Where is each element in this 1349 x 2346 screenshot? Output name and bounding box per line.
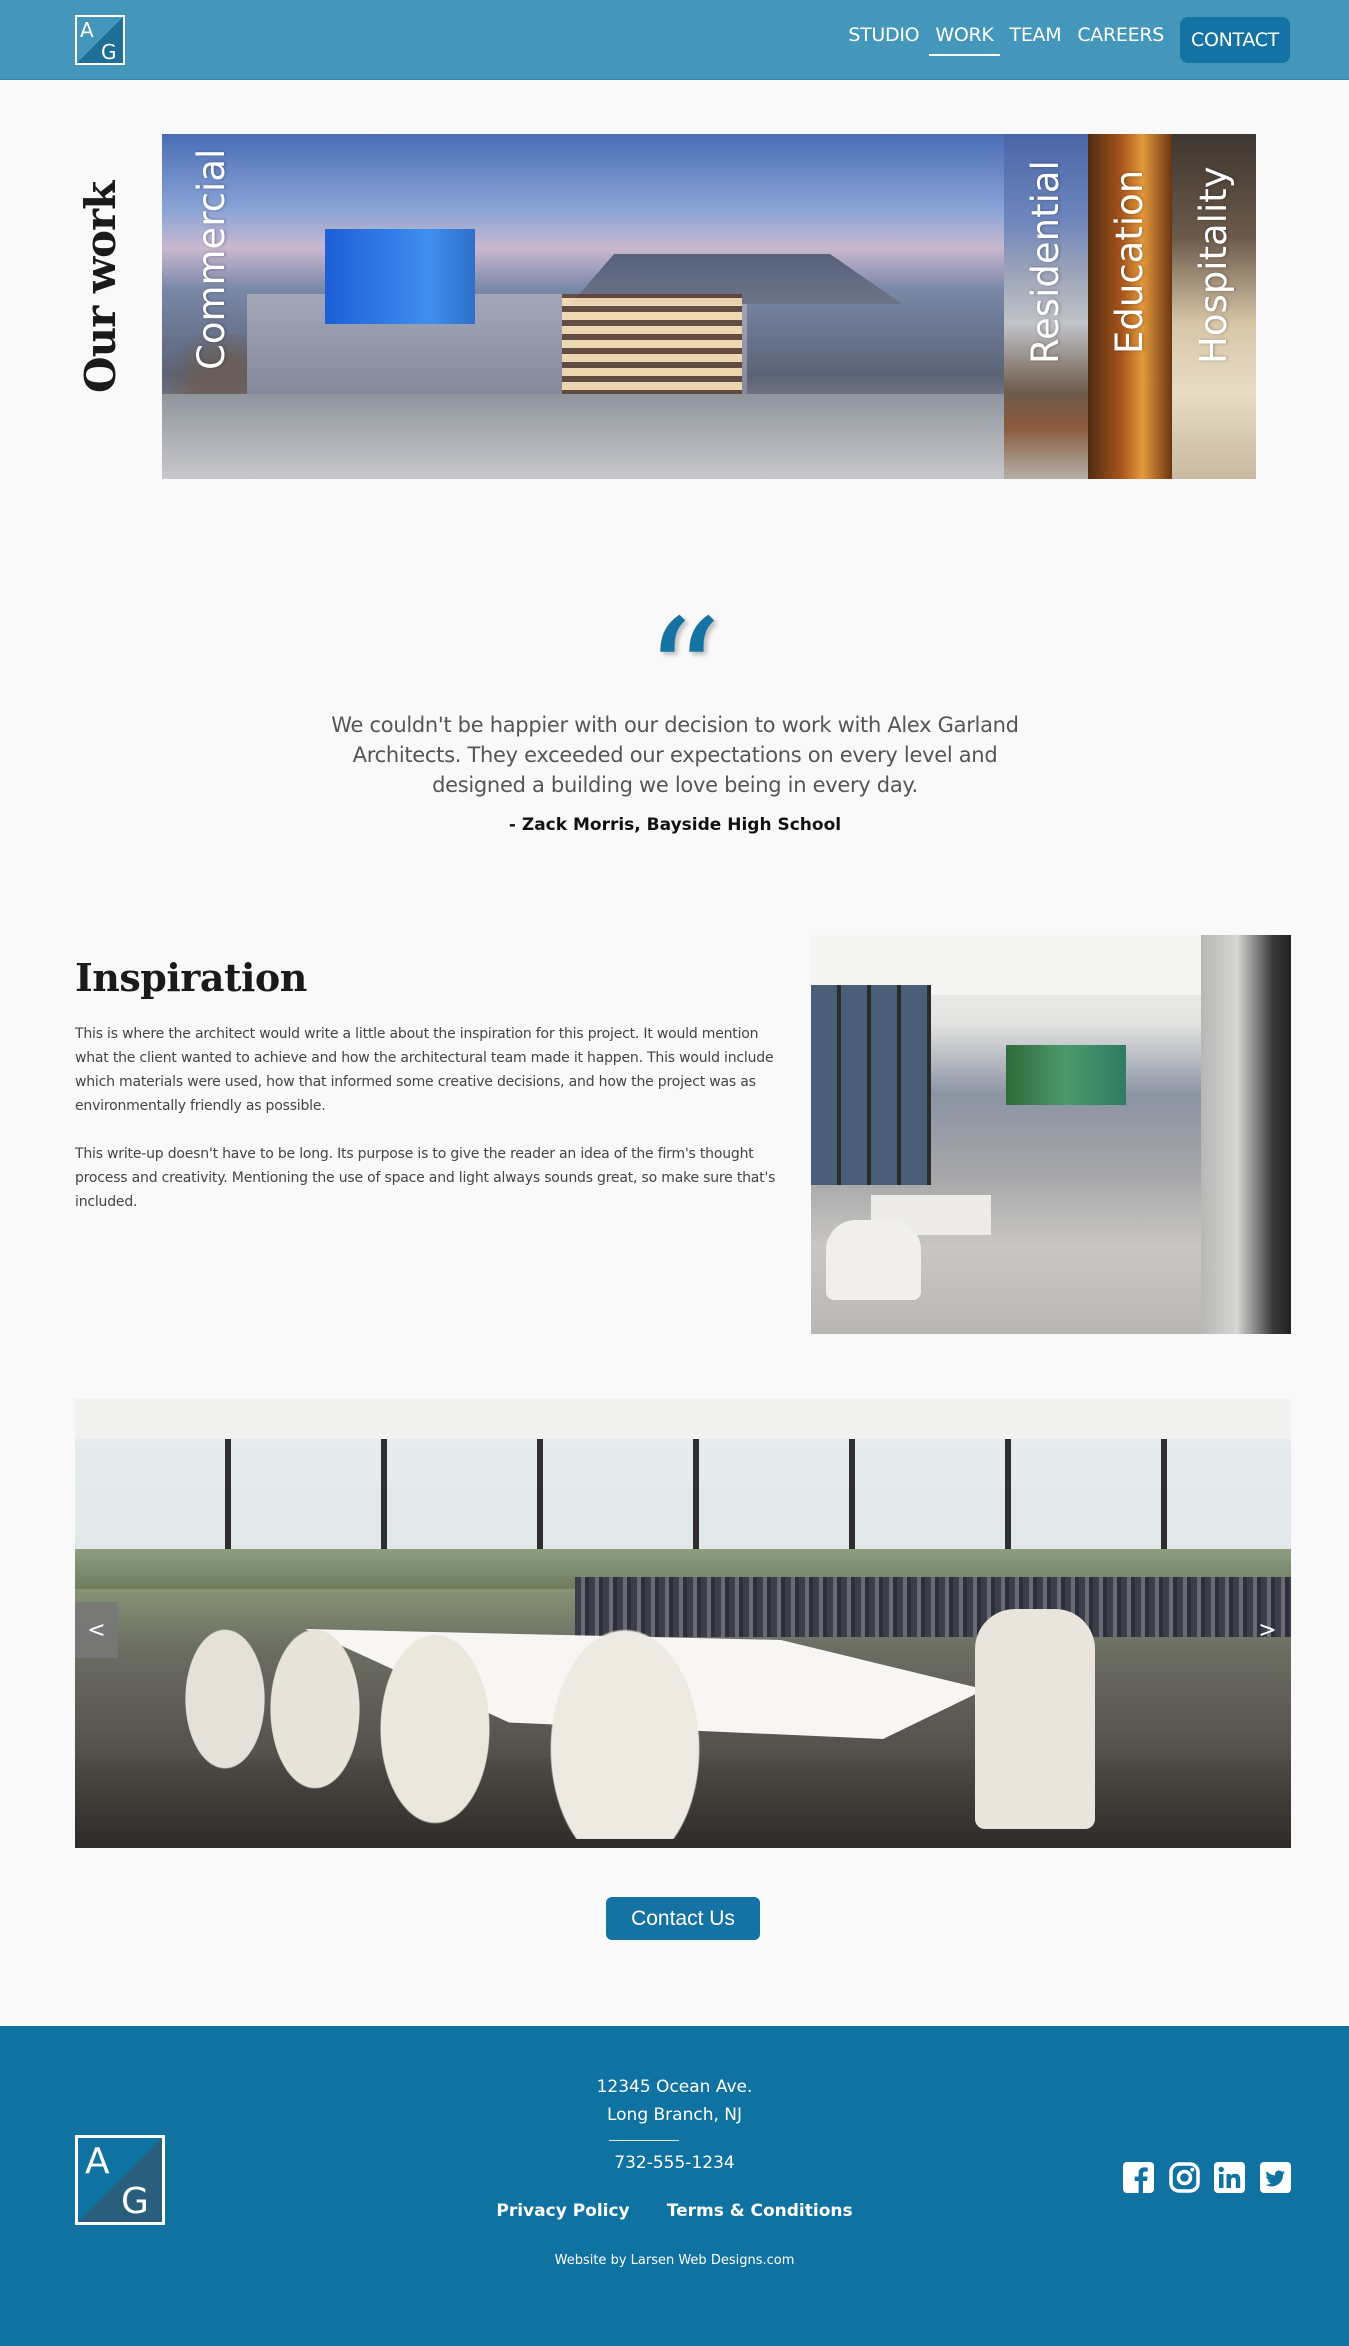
building-cube-image	[325, 229, 475, 324]
footer-links: Privacy Policy Terms & Conditions	[0, 2201, 1349, 2221]
svg-text:G: G	[101, 40, 117, 64]
lounge-artwork	[1006, 1045, 1126, 1105]
plaza-image	[162, 394, 1004, 479]
panel-label-education: Education	[1108, 169, 1151, 354]
nav-careers[interactable]: CAREERS	[1077, 24, 1164, 58]
panel-label-hospitality: Hospitality	[1192, 166, 1235, 364]
panel-hospitality[interactable]: Hospitality	[1172, 134, 1256, 479]
work-gallery: Commercial Residential Education Hospita…	[162, 134, 1256, 479]
image-slider[interactable]	[75, 1399, 1291, 1848]
inspiration-paragraph-2: This write-up doesn't have to be long. I…	[75, 1146, 776, 1210]
inspiration-paragraph-1: This is where the architect would write …	[75, 1026, 774, 1114]
footer-credit[interactable]: Website by Larsen Web Designs.com	[0, 2253, 1349, 2268]
site-header: A G STUDIO WORK TEAM CAREERS CONTACT	[0, 0, 1349, 80]
panel-label-commercial: Commercial	[190, 148, 233, 370]
inspiration-title: Inspiration	[75, 955, 307, 1000]
contact-us-button[interactable]: Contact Us	[606, 1897, 760, 1940]
instagram-icon[interactable]	[1169, 2162, 1200, 2193]
building-glass-image	[562, 294, 742, 404]
lounge-chair	[826, 1220, 921, 1300]
lounge-wall	[1201, 935, 1291, 1334]
quote-icon: “	[645, 588, 722, 762]
footer-divider	[609, 2140, 679, 2141]
conference-ceiling	[75, 1399, 1291, 1439]
nav-team[interactable]: TEAM	[1010, 24, 1062, 58]
conference-chair	[975, 1609, 1095, 1829]
svg-text:A: A	[80, 18, 94, 42]
footer-address-line-1: 12345 Ocean Ave.	[596, 2077, 753, 2097]
testimonial-text: We couldn't be happier with our decision…	[331, 713, 1019, 797]
nav-studio[interactable]: STUDIO	[848, 24, 919, 58]
panel-commercial[interactable]: Commercial	[162, 134, 1004, 479]
logo-icon[interactable]: A G	[75, 15, 125, 65]
testimonial-author: - Zack Morris, Bayside High School	[508, 815, 842, 835]
panel-education[interactable]: Education	[1088, 134, 1172, 479]
slider-next-button[interactable]: >	[1246, 1602, 1289, 1658]
lounge-image	[811, 935, 1291, 1334]
panel-residential[interactable]: Residential	[1004, 134, 1088, 479]
panel-label-residential: Residential	[1024, 160, 1067, 364]
our-work-title: Our work	[76, 181, 125, 393]
conference-chairs	[165, 1579, 815, 1839]
footer-address-line-2: Long Branch, NJ	[606, 2105, 743, 2125]
terms-link[interactable]: Terms & Conditions	[667, 2201, 853, 2221]
nav-work[interactable]: WORK	[929, 24, 1000, 58]
linkedin-icon[interactable]	[1214, 2162, 1245, 2193]
twitter-icon[interactable]	[1260, 2162, 1291, 2193]
main-nav: STUDIO WORK TEAM CAREERS CONTACT	[832, 0, 1290, 80]
lounge-window	[811, 985, 931, 1185]
slider-prev-button[interactable]: <	[75, 1602, 118, 1658]
privacy-policy-link[interactable]: Privacy Policy	[496, 2201, 629, 2221]
facebook-icon[interactable]	[1123, 2162, 1154, 2193]
nav-contact-button[interactable]: CONTACT	[1179, 17, 1290, 63]
